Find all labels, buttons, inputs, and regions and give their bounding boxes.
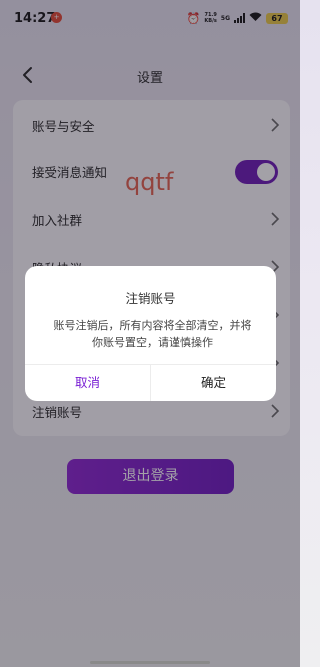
cancel-button[interactable]: 取消 bbox=[25, 365, 150, 401]
dialog-title: 注销账号 bbox=[125, 291, 176, 306]
delete-account-dialog: 注销账号 账号注销后，所有内容将全部清空，并将你账号置空，请谨慎操作 取消 确定 bbox=[25, 266, 276, 401]
confirm-button[interactable]: 确定 bbox=[151, 365, 276, 401]
dialog-message: 账号注销后，所有内容将全部清空，并将你账号置空，请谨慎操作 bbox=[53, 319, 252, 349]
home-indicator[interactable] bbox=[90, 661, 210, 664]
